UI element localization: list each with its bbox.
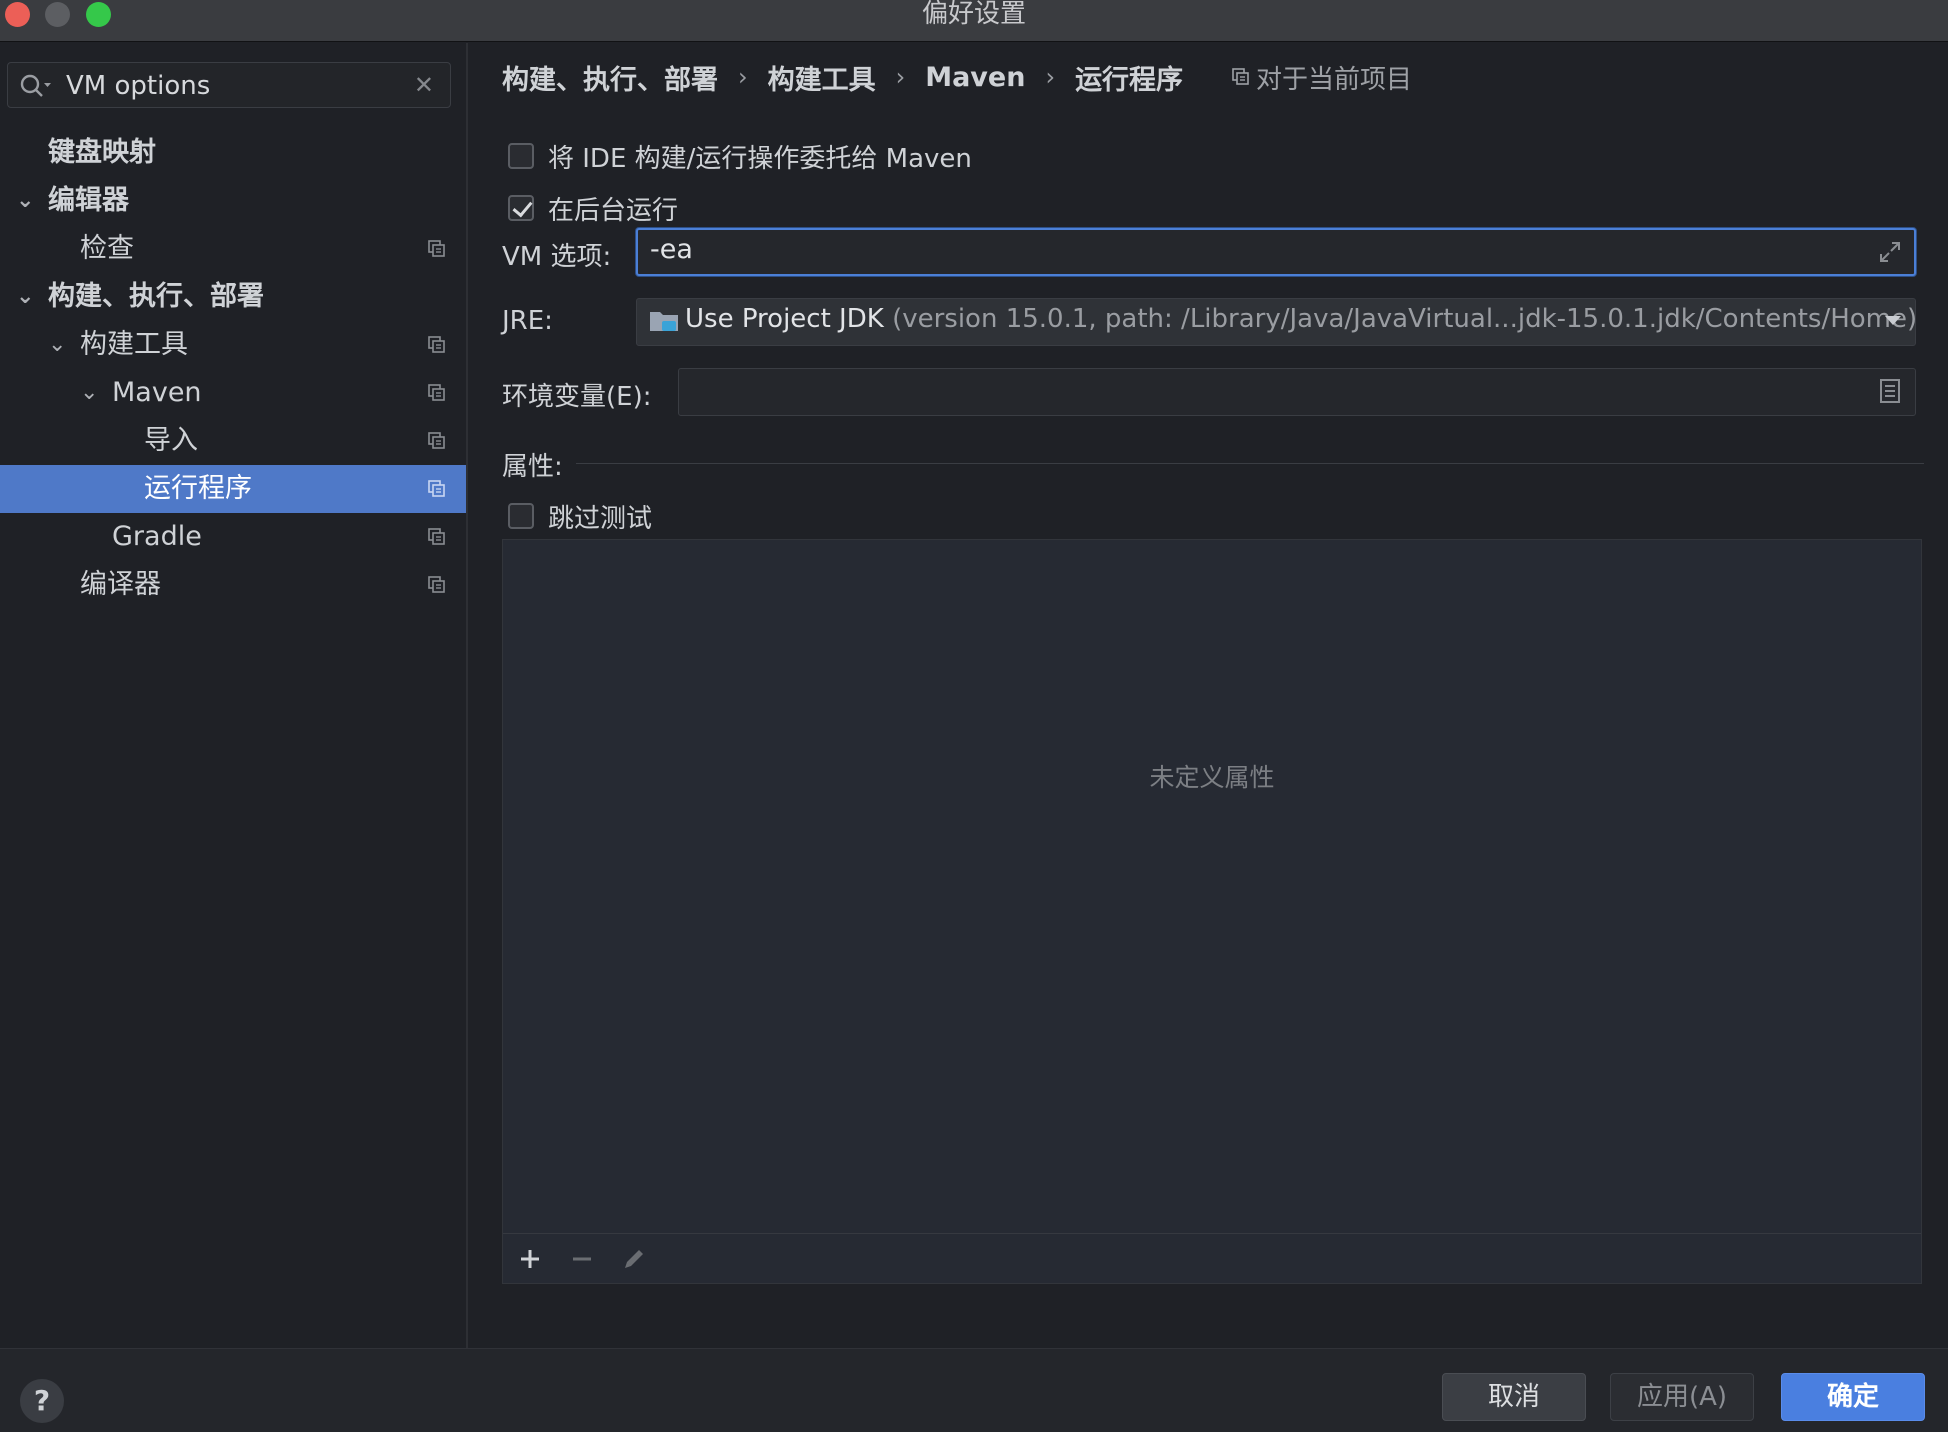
settings-content: 构建、执行、部署 › 构建工具 › Maven › 运行程序 对于当前项目 将 …	[470, 43, 1948, 1348]
chevron-down-icon[interactable]: ⌄	[16, 273, 34, 321]
vm-options-input[interactable]: -ea	[636, 228, 1916, 276]
help-button[interactable]: ?	[20, 1379, 64, 1423]
jre-label: JRE:	[502, 306, 553, 336]
breadcrumb-separator: ›	[1045, 63, 1056, 91]
tree-item-label: 检查	[80, 233, 134, 264]
settings-sidebar: VM options ✕ 键盘映射 ⌄ 编辑器 检查 ⌄ 构建、执行、部署 ⌄ …	[0, 43, 468, 1348]
tree-item-inspections[interactable]: 检查	[0, 225, 466, 273]
project-scope-icon	[428, 240, 445, 257]
project-scope-icon	[428, 384, 445, 401]
properties-toolbar	[503, 1233, 1921, 1283]
env-vars-label: 环境变量(E):	[502, 382, 652, 412]
jre-detail: (version 15.0.1, path: /Library/Java/Jav…	[892, 304, 1918, 334]
tree-item-maven[interactable]: ⌄ Maven	[0, 369, 466, 417]
chevron-down-icon[interactable]: ⌄	[80, 369, 98, 417]
properties-table[interactable]: 未定义属性	[502, 539, 1922, 1284]
jre-select[interactable]: Use Project JDK (version 15.0.1, path: /…	[636, 298, 1918, 346]
breadcrumb: 构建、执行、部署 › 构建工具 › Maven › 运行程序	[502, 57, 1183, 97]
jre-value: Use Project JDK	[685, 304, 884, 334]
tree-item-build-tools[interactable]: ⌄ 构建工具	[0, 321, 466, 369]
search-icon	[20, 74, 51, 97]
expand-icon[interactable]	[1878, 240, 1902, 264]
project-scope-icon	[428, 480, 445, 497]
checkbox-label: 在后台运行	[548, 195, 679, 226]
checkbox-box[interactable]	[508, 195, 534, 221]
tree-item-editor[interactable]: ⌄ 编辑器	[0, 177, 466, 225]
run-in-background-checkbox[interactable]: 在后台运行	[508, 191, 679, 226]
tree-item-importing[interactable]: 导入	[0, 417, 466, 465]
scope-indicator: 对于当前项目	[1232, 57, 1412, 97]
tree-item-build-execution-deployment[interactable]: ⌄ 构建、执行、部署	[0, 273, 466, 321]
tree-item-compiler[interactable]: 编译器	[0, 561, 466, 609]
tree-item-gradle[interactable]: Gradle	[0, 513, 466, 561]
cancel-button[interactable]: 取消	[1442, 1373, 1586, 1421]
tree-item-label: 编译器	[80, 569, 161, 600]
tree-item-label: Gradle	[112, 521, 202, 552]
search-text: VM options	[66, 71, 211, 101]
tree-item-keymap[interactable]: 键盘映射	[0, 129, 466, 177]
project-scope-icon	[428, 576, 445, 593]
remove-icon[interactable]	[567, 1244, 597, 1274]
breadcrumb-item[interactable]: 构建、执行、部署	[502, 58, 718, 97]
breadcrumb-separator: ›	[895, 63, 906, 91]
edit-pencil-icon[interactable]	[619, 1244, 649, 1274]
checkbox-label: 将 IDE 构建/运行操作委托给 Maven	[548, 143, 972, 174]
apply-button[interactable]: 应用(A)	[1610, 1373, 1754, 1421]
dropdown-arrow-icon[interactable]	[1883, 313, 1903, 327]
tree-item-label: 导入	[144, 425, 198, 456]
vm-options-value: -ea	[650, 234, 693, 265]
project-scope-icon	[428, 432, 445, 449]
chevron-down-icon[interactable]: ⌄	[16, 177, 34, 225]
checkbox-box[interactable]	[508, 143, 534, 169]
title-bar: 偏好设置	[0, 0, 1948, 42]
window-title: 偏好设置	[921, 0, 1026, 29]
env-vars-input[interactable]	[678, 368, 1916, 416]
delegate-to-maven-checkbox[interactable]: 将 IDE 构建/运行操作委托给 Maven	[508, 139, 972, 174]
checkbox-box[interactable]	[508, 503, 534, 529]
chevron-down-icon[interactable]: ⌄	[48, 321, 66, 369]
vm-options-label: VM 选项:	[502, 242, 612, 272]
tree-item-label: 编辑器	[48, 185, 129, 216]
tree-item-label: 构建、执行、部署	[48, 281, 264, 312]
tree-item-runner[interactable]: 运行程序	[0, 465, 466, 513]
breadcrumb-item[interactable]: 构建工具	[768, 58, 876, 97]
browse-document-icon[interactable]	[1879, 378, 1901, 404]
ok-button[interactable]: 确定	[1781, 1373, 1925, 1421]
breadcrumb-separator: ›	[738, 63, 748, 91]
tree-item-label: Maven	[112, 377, 202, 408]
tree-item-label: 构建工具	[80, 329, 188, 360]
properties-divider	[576, 463, 1924, 464]
add-icon[interactable]	[515, 1244, 545, 1274]
settings-tree: 键盘映射 ⌄ 编辑器 检查 ⌄ 构建、执行、部署 ⌄ 构建工具 ⌄ Maven …	[0, 129, 466, 609]
project-scope-icon	[428, 528, 445, 545]
breadcrumb-item[interactable]: Maven	[925, 62, 1025, 93]
tree-item-label: 运行程序	[144, 473, 252, 504]
tree-item-label: 键盘映射	[48, 137, 156, 168]
project-scope-icon	[1232, 68, 1249, 85]
scope-label: 对于当前项目	[1256, 64, 1413, 95]
checkbox-label: 跳过测试	[548, 503, 653, 534]
empty-properties-text: 未定义属性	[1149, 763, 1275, 792]
dialog-footer: ? 取消 应用(A) 确定	[0, 1348, 1948, 1432]
project-scope-icon	[428, 336, 445, 353]
settings-search-input[interactable]: VM options ✕	[7, 62, 451, 108]
properties-label: 属性:	[502, 452, 563, 482]
skip-tests-checkbox[interactable]: 跳过测试	[508, 499, 653, 534]
clear-search-icon[interactable]: ✕	[414, 71, 434, 99]
jdk-folder-icon	[650, 312, 678, 331]
breadcrumb-item-current: 运行程序	[1075, 64, 1184, 96]
